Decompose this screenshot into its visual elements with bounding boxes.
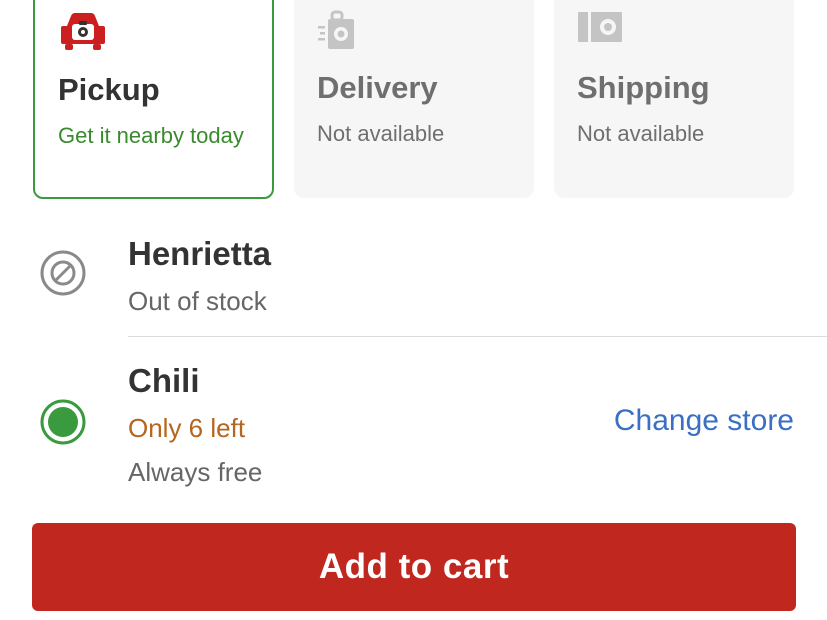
store-option-henrietta[interactable]: Henrietta Out of stock (0, 0, 827, 336)
radio-selected-icon (40, 399, 86, 445)
add-to-cart-button[interactable]: Add to cart (32, 523, 796, 611)
stock-status: Only 6 left (128, 413, 246, 443)
fee-text: Always free (128, 457, 263, 487)
unavailable-icon (40, 250, 86, 296)
change-store-link[interactable]: Change store (614, 404, 794, 438)
store-name: Henrietta (128, 235, 272, 272)
store-name: Chili (128, 362, 200, 399)
store-status: Out of stock (128, 286, 267, 316)
